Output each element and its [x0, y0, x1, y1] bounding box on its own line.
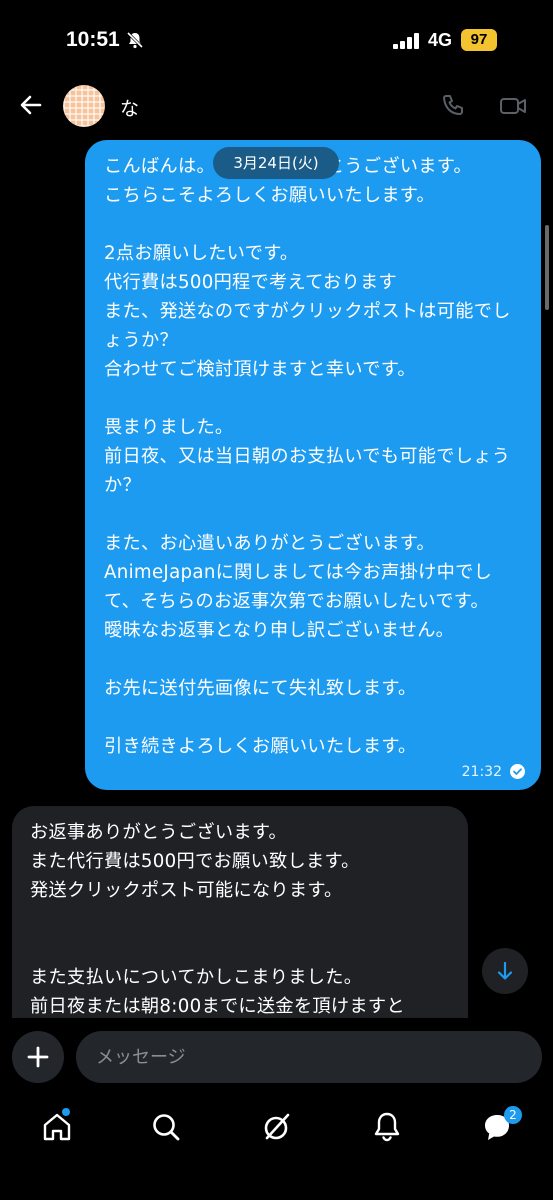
- avatar[interactable]: [63, 85, 105, 127]
- chat-header: な: [0, 80, 553, 132]
- tab-messages[interactable]: 2: [480, 1106, 522, 1144]
- date-separator-chip: 3月24日(火): [213, 147, 339, 179]
- video-call-icon[interactable]: [499, 94, 527, 122]
- bottom-tab-bar: 2: [0, 1098, 553, 1158]
- plus-icon: [27, 1046, 49, 1068]
- network-type: 4G: [428, 30, 453, 50]
- scrollbar-thumb[interactable]: [545, 225, 549, 310]
- messages-badge: 2: [504, 1106, 522, 1124]
- tab-grok[interactable]: [260, 1110, 294, 1144]
- outgoing-message-bubble[interactable]: こんばんは。ご返信ありがとうございます。 こちらこそよろしくお願いいたします。 …: [85, 140, 541, 790]
- contact-name[interactable]: な: [120, 94, 139, 121]
- add-attachment-button[interactable]: [12, 1031, 64, 1083]
- status-time: 10:51: [66, 28, 120, 51]
- back-arrow-icon[interactable]: [18, 92, 44, 118]
- scroll-to-bottom-button[interactable]: [482, 948, 528, 994]
- bell-off-icon: [126, 31, 144, 53]
- message-timestamp: 21:32: [461, 764, 502, 780]
- tab-notifications[interactable]: [370, 1110, 404, 1144]
- signal-icon: [393, 33, 421, 53]
- search-icon: [153, 1114, 180, 1141]
- home-indicator: [0, 1196, 553, 1200]
- outgoing-message-text: こんばんは。ご返信ありがとうございます。 こちらこそよろしくお願いいたします。 …: [104, 156, 511, 757]
- home-icon: [43, 1113, 71, 1141]
- arrow-down-icon: [497, 961, 513, 980]
- battery-indicator: 97: [461, 29, 497, 51]
- phone-icon[interactable]: [440, 93, 466, 123]
- bell-icon: [374, 1112, 400, 1142]
- read-check-icon: [510, 764, 525, 779]
- incoming-message-text: お返事ありがとうございます。 また代行費は500円でお願い致します。 発送クリッ…: [30, 822, 405, 1017]
- status-bar: 10:51 4G 97: [0, 0, 553, 80]
- tab-search[interactable]: [149, 1110, 183, 1144]
- grok-icon: [264, 1113, 290, 1140]
- home-notification-dot: [62, 1108, 70, 1116]
- message-input[interactable]: [76, 1031, 542, 1083]
- tab-home[interactable]: [40, 1108, 74, 1144]
